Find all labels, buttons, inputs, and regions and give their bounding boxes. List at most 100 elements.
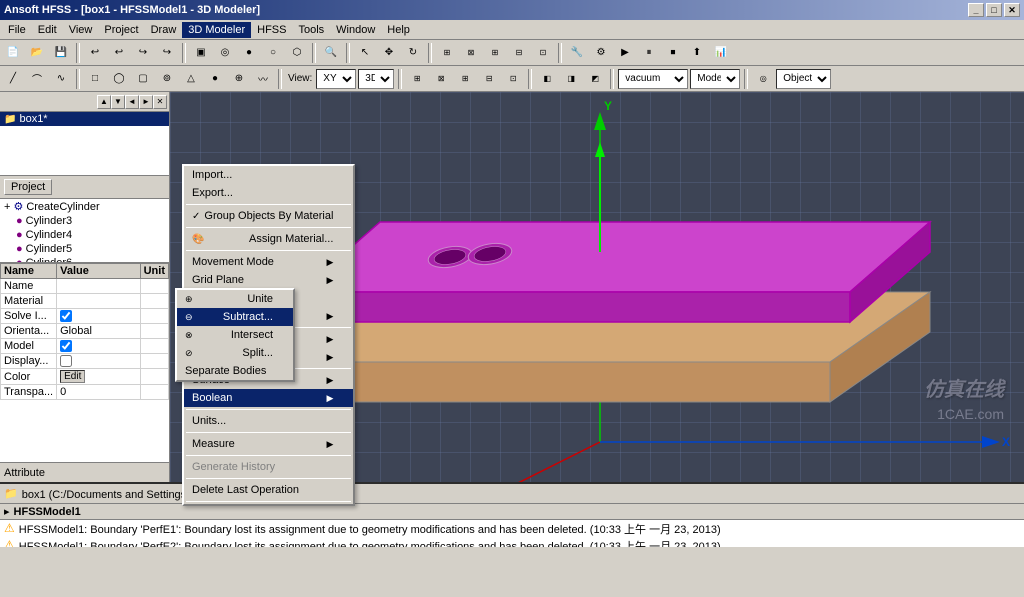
draw-ellipse[interactable]: ◯ (108, 68, 130, 90)
tree-item-createcyl[interactable]: + ⚙ CreateCylinder (0, 199, 169, 214)
cm-movement[interactable]: Movement Mode ▶ (184, 253, 353, 271)
tree-item-cyl3[interactable]: ● Cylinder3 (0, 214, 169, 228)
redo-button[interactable]: ↪ (132, 42, 154, 64)
open-button[interactable]: 📂 (26, 42, 48, 64)
menu-window[interactable]: Window (330, 22, 381, 38)
toolbar-btn-3[interactable]: ▣ (190, 42, 212, 64)
submenu-subtract[interactable]: ⊖ Subtract... (177, 308, 293, 326)
cm-units[interactable]: Units... (184, 412, 353, 430)
cm-deletelast[interactable]: Delete Last Operation (184, 481, 353, 499)
minimize-button[interactable]: _ (968, 3, 984, 17)
view-btn-6[interactable]: ◧ (536, 68, 558, 90)
toolbar-btn-6[interactable]: ○ (262, 42, 284, 64)
menu-view[interactable]: View (63, 22, 99, 38)
cm-assign-material[interactable]: 🎨 Assign Material... (184, 230, 353, 248)
prop-color-value[interactable]: Edit (57, 369, 140, 385)
toolbar-btn-5[interactable]: ● (238, 42, 260, 64)
close-button[interactable]: ✕ (1004, 3, 1020, 17)
menu-3dmodeler[interactable]: 3D Modeler (182, 22, 251, 38)
menu-hfss[interactable]: HFSS (251, 22, 292, 38)
panel-btn-1[interactable]: ▲ (97, 95, 111, 109)
panel-btn-5[interactable]: ✕ (153, 95, 167, 109)
prop-material-value[interactable] (57, 294, 140, 309)
toolbar-rotate[interactable]: ↻ (402, 42, 424, 64)
project-button[interactable]: Project (4, 179, 52, 195)
toolbar-icon-9[interactable]: ⏸ (638, 42, 660, 64)
draw-rect[interactable]: □ (84, 68, 106, 90)
draw-spline[interactable]: ∿ (50, 68, 72, 90)
view-btn-4[interactable]: ⊟ (478, 68, 500, 90)
toolbar-btn-7[interactable]: ⬡ (286, 42, 308, 64)
prop-name-value[interactable] (57, 279, 140, 294)
maximize-button[interactable]: □ (986, 3, 1002, 17)
toolbar-icon-10[interactable]: ⏹ (662, 42, 684, 64)
toolbar-icon-7[interactable]: ⚙ (590, 42, 612, 64)
redo2-button[interactable]: ↪ (156, 42, 178, 64)
mode-select[interactable]: Model (690, 69, 740, 89)
panel-btn-3[interactable]: ◄ (125, 95, 139, 109)
view-btn-1[interactable]: ⊞ (406, 68, 428, 90)
toolbar-btn-4[interactable]: ◎ (214, 42, 236, 64)
submenu-unite[interactable]: ⊕ Unite (177, 290, 293, 308)
cm-grid[interactable]: Grid Plane ▶ (184, 271, 353, 289)
draw-helix[interactable]: 〰 (252, 68, 274, 90)
view-btn-5[interactable]: ⊡ (502, 68, 524, 90)
menu-edit[interactable]: Edit (32, 22, 63, 38)
toolbar-separator-2 (182, 43, 186, 63)
toolbar-icon-3[interactable]: ⊞ (484, 42, 506, 64)
draw-arc[interactable]: ⌒ (26, 68, 48, 90)
object-select[interactable]: Object (776, 69, 831, 89)
view-btn-3[interactable]: ⊞ (454, 68, 476, 90)
tree-item-cyl5[interactable]: ● Cylinder5 (0, 242, 169, 256)
toolbar-icon-8[interactable]: ▶ (614, 42, 636, 64)
cm-group[interactable]: ✓ Group Objects By Material (184, 207, 353, 225)
toolbar-icon-11[interactable]: ⬆ (686, 42, 708, 64)
save-button[interactable]: 💾 (50, 42, 72, 64)
toolbar-icon-6[interactable]: 🔧 (566, 42, 588, 64)
toolbar-icon-1[interactable]: ⊞ (436, 42, 458, 64)
search-button[interactable]: 🔍 (320, 42, 342, 64)
cm-sep-9 (186, 478, 351, 479)
panel-btn-2[interactable]: ▼ (111, 95, 125, 109)
toolbar-cursor[interactable]: ↖ (354, 42, 376, 64)
display-checkbox[interactable] (60, 355, 72, 367)
new-button[interactable]: 📄 (2, 42, 24, 64)
model-checkbox[interactable] (60, 340, 72, 352)
material-select[interactable]: vacuum (618, 69, 688, 89)
menu-tools[interactable]: Tools (292, 22, 330, 38)
toolbar-icon-5[interactable]: ⊡ (532, 42, 554, 64)
draw-box[interactable]: ▢ (132, 68, 154, 90)
view-btn-8[interactable]: ◩ (584, 68, 606, 90)
tree-item-box1[interactable]: 📁 box1* (0, 112, 169, 126)
menu-help[interactable]: Help (381, 22, 416, 38)
solve-checkbox[interactable] (60, 310, 72, 322)
submenu-split[interactable]: ⊘ Split... (177, 344, 293, 362)
view-btn-7[interactable]: ◨ (560, 68, 582, 90)
panel-btn-4[interactable]: ► (139, 95, 153, 109)
draw-torus[interactable]: ⊕ (228, 68, 250, 90)
draw-sphere[interactable]: ● (204, 68, 226, 90)
view-btn-9[interactable]: ◎ (752, 68, 774, 90)
menu-file[interactable]: File (2, 22, 32, 38)
menu-draw[interactable]: Draw (145, 22, 183, 38)
tree-item-cyl4[interactable]: ● Cylinder4 (0, 228, 169, 242)
draw-cone[interactable]: △ (180, 68, 202, 90)
cm-measure[interactable]: Measure ▶ (184, 435, 353, 453)
undo-button[interactable]: ↩ (84, 42, 106, 64)
menu-project[interactable]: Project (98, 22, 144, 38)
toolbar-icon-2[interactable]: ⊠ (460, 42, 482, 64)
view-mode-select[interactable]: 3D (358, 69, 394, 89)
toolbar-icon-12[interactable]: 📊 (710, 42, 732, 64)
draw-cylinder[interactable]: ⊚ (156, 68, 178, 90)
toolbar-move[interactable]: ✥ (378, 42, 400, 64)
draw-line[interactable]: ╱ (2, 68, 24, 90)
submenu-intersect[interactable]: ⊗ Intersect (177, 326, 293, 344)
undo2-button[interactable]: ↩ (108, 42, 130, 64)
view-plane-select[interactable]: XYYZXZ (316, 69, 356, 89)
view-btn-2[interactable]: ⊠ (430, 68, 452, 90)
cm-export[interactable]: Export... (184, 184, 353, 202)
submenu-separate[interactable]: Separate Bodies (177, 362, 293, 380)
toolbar-icon-4[interactable]: ⊟ (508, 42, 530, 64)
cm-boolean[interactable]: Boolean ▶ (184, 389, 353, 407)
cm-import[interactable]: Import... (184, 166, 353, 184)
